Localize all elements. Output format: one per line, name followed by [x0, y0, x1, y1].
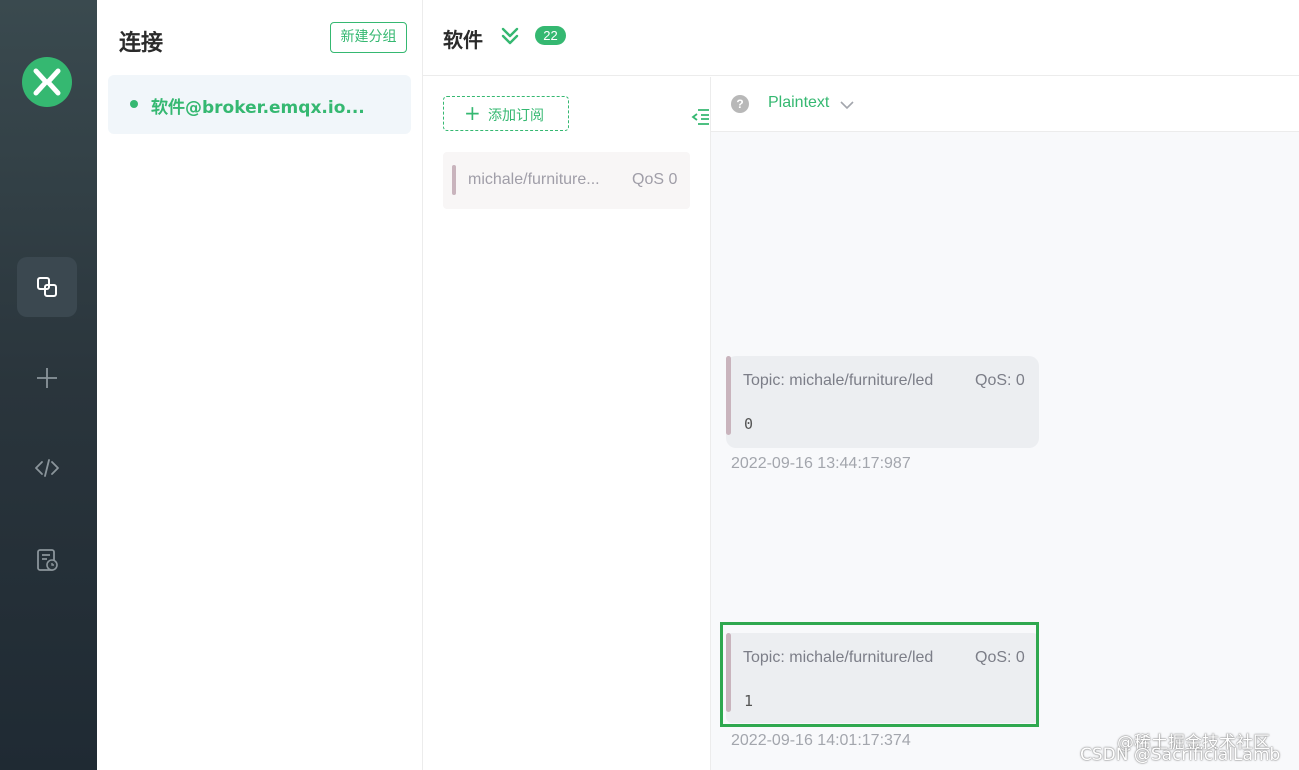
add-subscription-button[interactable]: + 添加订阅	[443, 96, 569, 131]
message-time: 2022-09-16 14:01:17:374	[731, 732, 911, 749]
message-color-bar	[726, 356, 731, 435]
connection-title: 软件	[443, 28, 483, 52]
nav-new-connection[interactable]	[17, 348, 77, 408]
new-group-button[interactable]: 新建分组	[330, 22, 407, 53]
log-icon	[37, 549, 58, 571]
nav-log[interactable]	[17, 530, 77, 590]
connections-panel: 连接 新建分组 软件@broker.emqx.io...	[97, 0, 423, 770]
plus-icon: +	[464, 101, 481, 125]
mqttx-logo-icon	[22, 57, 72, 107]
connections-title: 连接	[119, 31, 164, 56]
connection-header: 软件 22	[423, 0, 1299, 76]
chevron-down-icon[interactable]	[839, 98, 855, 112]
plus-icon	[37, 368, 57, 388]
message-payload: 0	[744, 415, 754, 433]
double-chevron-down-icon[interactable]	[500, 26, 520, 46]
connections-icon	[37, 277, 57, 297]
connected-status-dot	[130, 100, 138, 108]
message-qos: QoS: 0	[975, 372, 1025, 389]
subscription-item[interactable]: michale/furniture... QoS 0	[443, 152, 690, 209]
add-subscription-label: 添加订阅	[488, 108, 544, 124]
nav-connections[interactable]	[17, 257, 77, 317]
subscription-color-bar	[452, 165, 456, 195]
message-time: 2022-09-16 13:44:17:987	[731, 455, 911, 472]
message-bubble[interactable]: Topic: michale/furniture/led QoS: 0 0	[726, 356, 1039, 448]
watermark-csdn: CSDN @SacrificialLamb	[1080, 745, 1281, 765]
highlight-box	[720, 622, 1039, 727]
connection-name: 软件@broker.emqx.io...	[151, 98, 365, 118]
messages-toolbar: ? Plaintext	[711, 77, 1299, 132]
help-icon[interactable]: ?	[731, 95, 749, 113]
message-topic: Topic: michale/furniture/led	[743, 372, 934, 389]
left-rail	[0, 0, 97, 770]
nav-script[interactable]	[17, 438, 77, 498]
collapse-indent-icon[interactable]	[690, 107, 710, 127]
subscription-qos: QoS 0	[632, 171, 678, 188]
subscription-topic: michale/furniture...	[468, 171, 600, 188]
message-count-badge: 22	[535, 26, 566, 45]
connection-item[interactable]: 软件@broker.emqx.io...	[108, 75, 411, 134]
payload-format-select[interactable]: Plaintext	[768, 94, 829, 112]
code-icon	[35, 459, 59, 477]
subscriptions-panel: + 添加订阅 michale/furniture... QoS 0	[423, 77, 711, 770]
